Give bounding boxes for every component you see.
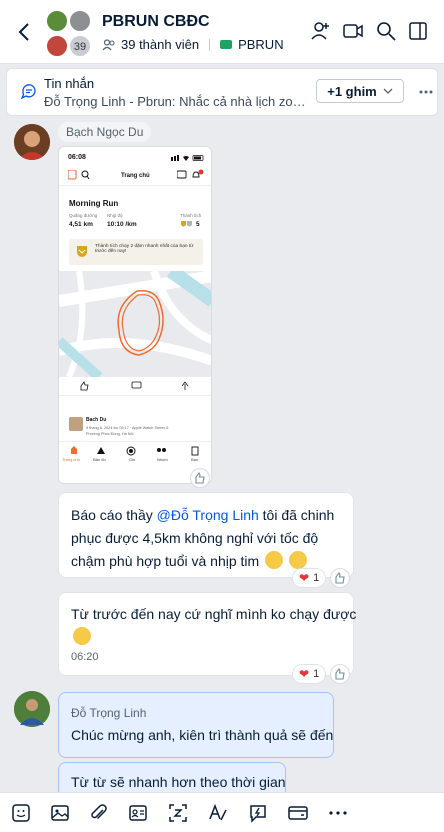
composer-toolbar	[0, 792, 444, 832]
image-text: Trang chủ	[121, 173, 150, 179]
quick-message-icon[interactable]	[247, 802, 269, 824]
dizzy-emoji-icon	[73, 627, 91, 645]
attach-icon[interactable]	[88, 802, 110, 824]
message-bubble-icon	[20, 84, 36, 100]
format-text-icon[interactable]	[207, 802, 229, 824]
more-options-icon[interactable]	[419, 90, 433, 94]
image-text: 4,51 km	[69, 221, 93, 228]
avatar[interactable]	[14, 691, 50, 727]
mention-link[interactable]: @Đỗ Trọng Linh	[157, 507, 259, 523]
image-text: Nhóm	[157, 457, 168, 462]
message-text: Từ trước đến nay cứ nghĩ mình ko chạy đư…	[71, 606, 357, 622]
members-icon	[102, 38, 115, 50]
image-text: Quãng đường	[69, 213, 98, 218]
achievement-box: Thành tích chạy 2 dặm nhanh nhất của bạn…	[69, 239, 203, 265]
message-line	[71, 626, 341, 649]
more-icon[interactable]	[327, 802, 349, 824]
group-subline: 39 thành viên PBRUN	[102, 37, 284, 52]
tag-color-icon	[220, 40, 233, 49]
image-text: Bạn	[191, 457, 199, 462]
image-text: Trang chủ	[62, 457, 80, 462]
screenshot-icon[interactable]	[167, 802, 189, 824]
sidebar-toggle-icon[interactable]	[407, 20, 429, 42]
image-text: Phường Phúc Đồng, Hà Nội	[86, 432, 134, 436]
image-text: 06:08	[68, 154, 86, 161]
heart-icon: ❤	[299, 667, 310, 681]
pinned-text: Đỗ Trọng Linh - Pbrun: Nhắc cả nhà lịch …	[44, 94, 306, 109]
trophy-icon	[181, 221, 192, 227]
image-text: Bản đồ	[93, 457, 106, 462]
pinned-message-bar[interactable]: Tin nhắn Đỗ Trọng Linh - Pbrun: Nhắc cả …	[6, 68, 438, 116]
search-icon[interactable]	[375, 20, 397, 42]
image-nav: Trang chủ Bản đồ Ghi Nhóm Bạn	[59, 441, 211, 469]
more-pins-label: +1 ghim	[327, 83, 377, 99]
status-icons	[171, 155, 204, 161]
more-pins-button[interactable]: +1 ghim	[316, 79, 404, 103]
action-icons	[80, 381, 189, 391]
member-avatar	[46, 10, 68, 32]
message-time: 06:20	[71, 651, 99, 663]
members-label[interactable]: 39 thành viên	[121, 37, 199, 52]
chevron-down-icon	[383, 88, 393, 94]
image-text: Thành tích chạy 2 dặm nhanh nhất của bạn…	[95, 244, 194, 254]
chat-header: 39 PBRUN CBĐC 39 thành viên PBRUN	[0, 0, 444, 64]
member-count-badge: 39	[69, 35, 91, 57]
medal-icon	[77, 246, 87, 257]
thumbs-up-icon	[335, 667, 345, 680]
message-list[interactable]: Bạch Ngọc Du 06:08 Trang chủ Morning Run…	[0, 118, 444, 792]
image-icon[interactable]	[49, 802, 71, 824]
divider	[209, 38, 211, 51]
group-title: PBRUN CBĐC	[102, 13, 210, 30]
message-bubble[interactable]: Đỗ Trọng Linh Chúc mừng anh, kiên trì th…	[58, 692, 334, 758]
tag-label[interactable]: PBRUN	[238, 37, 284, 52]
image-icons	[177, 169, 204, 179]
image-text: 10:10 /km	[107, 221, 137, 228]
image-avatar	[69, 417, 83, 431]
react-button[interactable]	[330, 568, 350, 588]
sticker-icon[interactable]	[10, 802, 32, 824]
heart-icon: ❤	[299, 571, 310, 585]
reaction-count: 1	[313, 668, 320, 680]
message-text: Chúc mừng anh, kiên trì thành quả sẽ đến	[71, 727, 334, 743]
header-actions	[310, 20, 332, 42]
avatar[interactable]	[14, 124, 50, 160]
shared-image[interactable]: 06:08 Trang chủ Morning Run Quãng đường …	[58, 146, 212, 484]
image-text: Nhịp độ	[107, 213, 123, 218]
card-icon[interactable]	[287, 802, 309, 824]
image-text: Thành tích	[180, 213, 202, 218]
video-call-icon[interactable]	[342, 20, 364, 42]
image-text: Ghi	[129, 457, 136, 462]
image-text: 5	[196, 221, 200, 228]
react-button[interactable]	[190, 468, 210, 488]
contact-card-icon[interactable]	[127, 802, 149, 824]
relieved-emoji-icon	[265, 551, 284, 569]
image-text: Bach Du	[86, 417, 107, 423]
message-line: Báo cáo thầy @Đỗ Trọng Linh tôi đã chinh	[71, 507, 335, 523]
image-text: 9 tháng 6, 2024 lúc 05:17 · Apple Watch …	[86, 426, 169, 430]
member-avatar	[69, 10, 91, 32]
reaction-summary[interactable]: ❤ 1	[292, 664, 327, 684]
sender-name: Bạch Ngọc Du	[58, 122, 152, 142]
thumbs-up-icon	[195, 471, 205, 484]
member-avatar	[46, 35, 68, 57]
add-member-icon[interactable]	[310, 20, 332, 42]
message-bubble[interactable]: Báo cáo thầy @Đỗ Trọng Linh tôi đã chinh…	[58, 492, 354, 578]
message-line: phục được 4,5km không nghỉ với tốc độ	[71, 530, 319, 546]
image-text: Morning Run	[69, 199, 119, 208]
message-bubble[interactable]: Từ từ sẽ nhanh hơn theo thời gian	[58, 762, 286, 792]
reaction-count: 1	[313, 572, 320, 584]
pinned-title: Tin nhắn	[44, 76, 95, 91]
image-icons	[68, 170, 90, 180]
group-avatar[interactable]: 39	[46, 10, 92, 57]
route-map	[59, 271, 211, 377]
relieved-emoji-icon	[288, 551, 307, 569]
react-button[interactable]	[330, 664, 350, 684]
reaction-summary[interactable]: ❤ 1	[292, 568, 327, 588]
back-arrow-icon[interactable]	[14, 20, 36, 44]
thumbs-up-icon	[335, 571, 345, 584]
sender-name: Đỗ Trọng Linh	[71, 706, 147, 720]
message-text: Từ từ sẽ nhanh hơn theo thời gian	[71, 774, 286, 790]
